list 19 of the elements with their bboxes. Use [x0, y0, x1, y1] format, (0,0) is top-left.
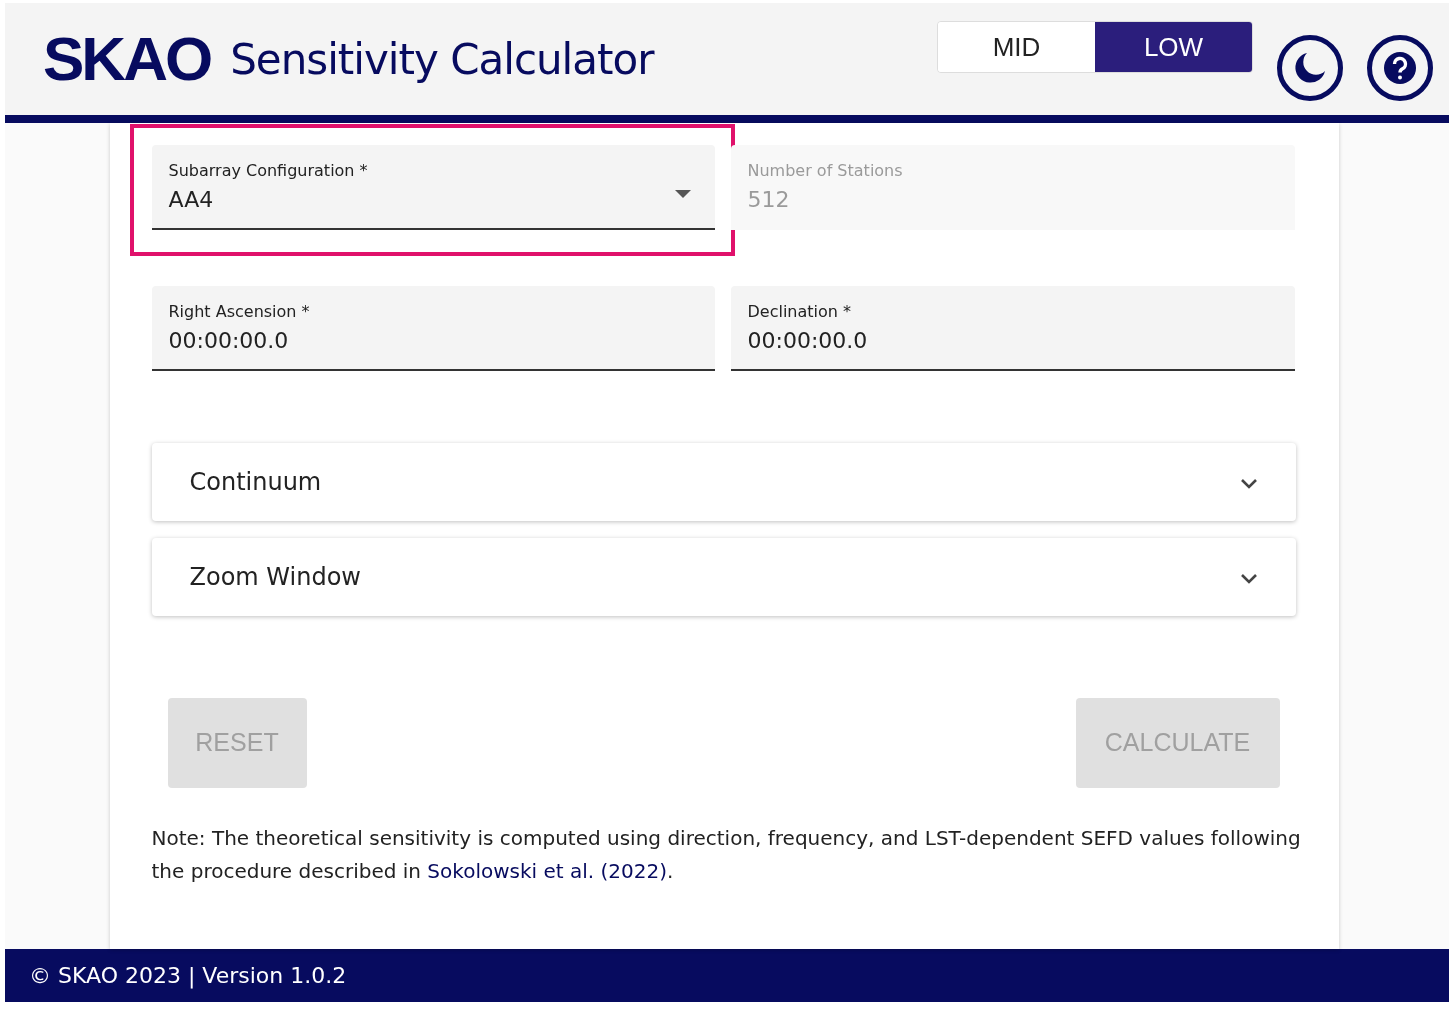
help-button[interactable] [1367, 35, 1433, 101]
input-field[interactable]: Subarray Configuration * AA4 [151, 145, 715, 230]
telescope-tab[interactable]: MID [938, 22, 1095, 72]
input-field[interactable]: Declination * 00:00:00.0 [730, 286, 1295, 371]
theme-toggle-button[interactable] [1277, 35, 1343, 101]
reference-link[interactable]: Sokolowski et al. (2022) [427, 859, 667, 883]
input-field[interactable]: Right Ascension * 00:00:00.0 [151, 286, 715, 371]
help-icon [1383, 51, 1417, 85]
telescope-tab[interactable]: LOW [1095, 22, 1252, 72]
accordion-header[interactable]: Zoom Window [151, 538, 1296, 616]
logo: SKAO [43, 28, 211, 90]
footer-text: © SKAO 2023 | Version 1.0.2 [5, 949, 1449, 1002]
chevron-icon [1239, 572, 1258, 584]
chevron-icon [1239, 477, 1258, 489]
dropdown-caret-icon [674, 189, 691, 198]
note-text: Note: The theoretical sensitivity is computed using direction, frequency, and LST-dependent SEFD values following the procedure described in Sokolowski et al. (2022). [151, 825, 1302, 885]
app-title: Sensitivity Calculator [230, 33, 654, 86]
moon-icon [1293, 51, 1327, 85]
accordion-header[interactable]: Continuum [151, 443, 1296, 521]
